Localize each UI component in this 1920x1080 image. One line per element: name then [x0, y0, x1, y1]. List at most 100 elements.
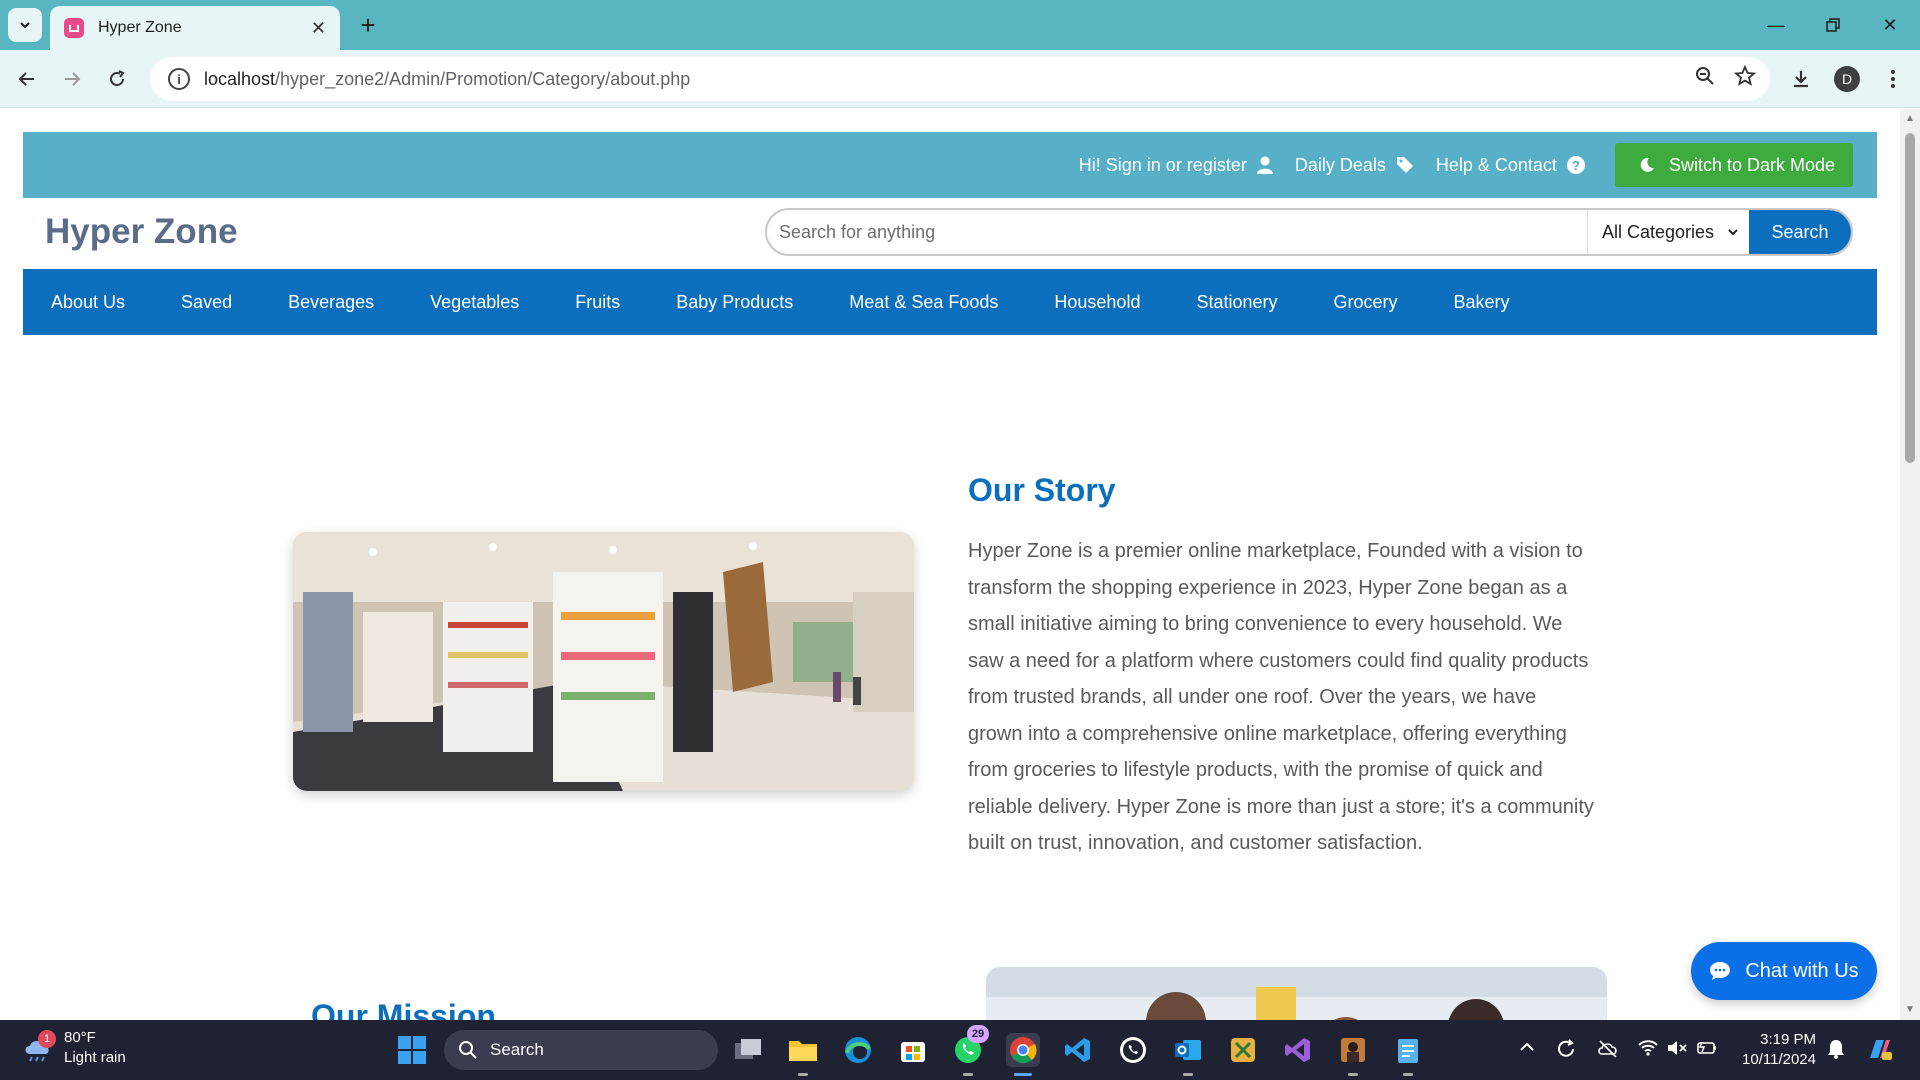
chat-label: Chat with Us — [1745, 959, 1859, 982]
search-form: All Categories Search — [765, 208, 1853, 256]
rain-cloud-icon: 1 — [22, 1030, 56, 1062]
weather-widget[interactable]: 1 80°F Light rain — [22, 1028, 126, 1068]
minimize-button[interactable]: — — [1756, 8, 1796, 42]
search-input[interactable] — [767, 210, 1587, 254]
volume-muted-icon[interactable] — [1666, 1038, 1688, 1058]
category-select-value: All Categories — [1602, 221, 1715, 242]
nav-item-stationery[interactable]: Stationery — [1196, 292, 1277, 313]
visual-studio-icon[interactable] — [1281, 1033, 1315, 1067]
battery-icon[interactable] — [1696, 1038, 1718, 1058]
nav-item-vegetables[interactable]: Vegetables — [430, 292, 519, 313]
downloads-button[interactable] — [1784, 62, 1818, 96]
whatsapp-icon[interactable] — [1116, 1033, 1150, 1067]
mission-title: Our Mission — [311, 998, 496, 1020]
download-icon — [1794, 71, 1808, 88]
site-logo[interactable]: Hyper Zone — [45, 212, 238, 252]
profile-avatar: D — [1834, 66, 1860, 92]
story-body: Hyper Zone is a premier online marketpla… — [968, 540, 1594, 854]
nav-item-saved[interactable]: Saved — [181, 292, 232, 313]
question-circle-icon: ? — [1566, 156, 1585, 174]
new-tab-button[interactable]: + — [352, 9, 384, 41]
browser-tab-strip: Hyper Zone ✕ + — ✕ — [0, 0, 1920, 50]
address-bar[interactable]: i localhost/hyper_zone2/Admin/Promotion/… — [150, 57, 1770, 101]
nav-item-household[interactable]: Household — [1054, 292, 1140, 313]
cloud-offline-icon[interactable] — [1597, 1038, 1619, 1060]
restore-button[interactable] — [1813, 8, 1853, 42]
tab-search-button[interactable] — [8, 8, 42, 42]
help-contact-link[interactable]: Help & Contact ? — [1436, 155, 1585, 176]
scroll-thumb[interactable] — [1905, 133, 1915, 463]
chevron-down-icon — [20, 22, 30, 29]
tab-close-icon[interactable]: ✕ — [311, 18, 326, 39]
search-button[interactable]: Search — [1749, 210, 1851, 254]
browser-tab-active[interactable]: Hyper Zone ✕ — [50, 6, 340, 50]
tab-title: Hyper Zone — [98, 19, 182, 36]
browser-toolbar: i localhost/hyper_zone2/Admin/Promotion/… — [0, 50, 1920, 108]
close-window-button[interactable]: ✕ — [1870, 8, 1910, 42]
notepad-icon[interactable] — [1391, 1033, 1425, 1076]
wifi-icon[interactable] — [1637, 1038, 1659, 1058]
moon-icon — [1640, 157, 1654, 172]
search-icon — [459, 1041, 477, 1059]
page-scrollbar[interactable]: ▲ ▼ — [1900, 109, 1920, 1020]
windows-start-icon[interactable] — [398, 1036, 426, 1064]
nav-item-bakery[interactable]: Bakery — [1454, 292, 1510, 313]
microsoft-store-icon[interactable] — [896, 1033, 930, 1067]
site-info-icon[interactable]: i — [168, 68, 190, 90]
nav-item-beverages[interactable]: Beverages — [288, 292, 374, 313]
edge-browser-icon[interactable] — [841, 1033, 875, 1067]
nav-item-fruits[interactable]: Fruits — [575, 292, 620, 313]
url-host: localhost — [204, 68, 276, 89]
taskbar-search-label: Search — [490, 1040, 544, 1059]
running-indicator — [798, 1073, 808, 1076]
outlook-icon[interactable] — [1171, 1033, 1205, 1076]
more-vertical-icon — [1891, 70, 1895, 88]
scroll-down-arrow-icon[interactable]: ▼ — [1904, 1004, 1916, 1016]
nav-item-meat-sea-foods[interactable]: Meat & Sea Foods — [849, 292, 998, 313]
browser-menu-button[interactable] — [1876, 62, 1910, 96]
photo-app-icon[interactable] — [1336, 1033, 1370, 1076]
page-viewport: Hi! Sign in or register Daily Deals Help… — [0, 109, 1900, 1020]
file-explorer-icon[interactable] — [786, 1033, 820, 1076]
chevron-down-icon — [1728, 229, 1738, 236]
user-icon — [1256, 156, 1273, 174]
sign-in-label: Hi! Sign in or register — [1078, 154, 1247, 175]
mission-image — [986, 967, 1607, 1020]
story-image — [293, 532, 914, 791]
sign-in-link[interactable]: Hi! Sign in or register — [1079, 155, 1273, 176]
clock-time: 3:19 PM — [1760, 1031, 1816, 1048]
back-button[interactable] — [10, 62, 44, 96]
scroll-up-arrow-icon[interactable]: ▲ — [1904, 113, 1916, 125]
profile-button[interactable]: D — [1830, 62, 1864, 96]
reload-button[interactable] — [100, 62, 134, 96]
forward-button[interactable] — [55, 62, 89, 96]
category-nav: About Us Saved Beverages Vegetables Frui… — [23, 269, 1877, 335]
vscode-icon[interactable] — [1061, 1033, 1095, 1067]
category-select[interactable]: All Categories — [1587, 210, 1749, 254]
dark-mode-toggle-button[interactable]: Switch to Dark Mode — [1614, 143, 1853, 187]
active-indicator — [1014, 1073, 1032, 1076]
reload-icon — [110, 70, 125, 86]
running-indicator — [963, 1073, 973, 1076]
daily-deals-link[interactable]: Daily Deals — [1295, 155, 1414, 176]
weather-temperature: 80°F — [64, 1029, 96, 1046]
copilot-icon[interactable] — [1864, 1034, 1894, 1064]
nav-item-grocery[interactable]: Grocery — [1334, 292, 1398, 313]
chrome-browser-icon[interactable] — [1006, 1033, 1040, 1076]
snipping-tool-icon[interactable] — [1226, 1033, 1260, 1067]
bookmark-star-icon[interactable] — [1734, 65, 1756, 87]
nav-item-baby-products[interactable]: Baby Products — [676, 292, 793, 313]
chevron-up-icon[interactable] — [1518, 1038, 1536, 1056]
zoom-icon[interactable] — [1694, 65, 1716, 87]
taskbar-search[interactable]: Search — [444, 1030, 718, 1070]
running-indicator — [1183, 1073, 1193, 1076]
system-clock[interactable]: 3:19 PM 10/11/2024 — [1730, 1030, 1816, 1070]
whatsapp-business-icon[interactable]: 29 — [951, 1025, 989, 1076]
top-utility-bar: Hi! Sign in or register Daily Deals Help… — [23, 132, 1877, 198]
sync-icon[interactable] — [1555, 1038, 1577, 1060]
notification-bell-icon[interactable] — [1826, 1038, 1846, 1060]
task-view-icon[interactable] — [731, 1033, 765, 1067]
nav-item-about-us[interactable]: About Us — [51, 292, 125, 313]
daily-deals-label: Daily Deals — [1294, 154, 1386, 175]
chat-with-us-button[interactable]: Chat with Us — [1691, 942, 1877, 1000]
